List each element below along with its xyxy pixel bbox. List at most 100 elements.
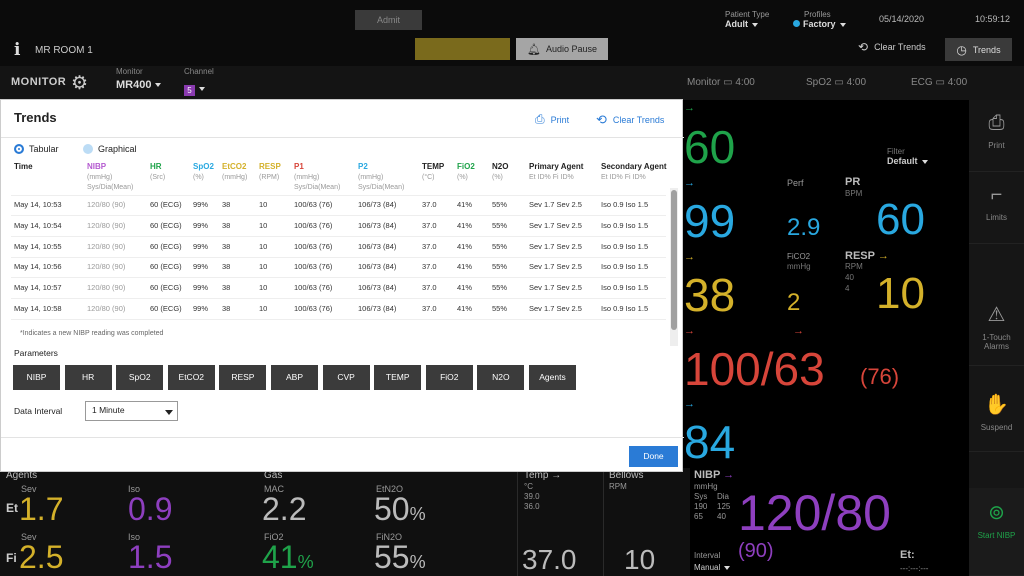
parameter-button[interactable]: NIBP (13, 365, 60, 390)
percent-unit: % (409, 504, 426, 524)
info-icon[interactable]: i (14, 40, 20, 60)
table-cell: 99% (193, 200, 209, 209)
parameter-button[interactable]: SpO2 (116, 365, 164, 390)
channel-selector[interactable]: Channel 5 (184, 67, 214, 98)
tabular-radio[interactable]: Tabular (14, 144, 59, 154)
table-cell: Sev 1.7 Sev 2.5 (529, 304, 582, 313)
pr-label: PR (845, 176, 861, 188)
parameter-button[interactable]: FiO2 (425, 365, 473, 390)
fin2o-value: 55 (374, 539, 410, 575)
channel-label: Channel (184, 67, 214, 76)
table-row[interactable]: May 14, 10:55 120/80 (90) 60 (ECG) 99% 38 10 1… (1, 242, 669, 258)
start-nibp-button[interactable]: ⊚ Start NIBP (969, 488, 1024, 576)
table-cell: May 14, 10:57 (14, 283, 62, 293)
monitor-value: MR400 (116, 79, 152, 91)
parameter-button[interactable]: EtCO2 (167, 365, 215, 390)
fio2-readout: 41% (262, 541, 314, 573)
tabular-label: Tabular (29, 144, 59, 154)
table-cell: 60 (ECG) (150, 304, 182, 313)
table-cell: 60 (ECG) (150, 220, 182, 230)
clear-trends-button[interactable]: ⟲ Clear Trends (596, 112, 664, 128)
table-cell: 100/63 (76) (294, 262, 333, 272)
parameter-button[interactable]: N2O (477, 365, 525, 390)
clear-trends-top-button[interactable]: ⟲ Clear Trends (858, 40, 926, 54)
admit-button[interactable]: Admit (355, 10, 422, 30)
status-label: SpO2 (806, 77, 832, 88)
divider (1, 437, 684, 438)
scrollbar-thumb[interactable] (671, 190, 677, 330)
divider (11, 195, 666, 196)
table-cell: 120/80 (90) (87, 220, 126, 230)
table-cell: 60 (ECG) (150, 200, 182, 209)
parameter-button[interactable]: TEMP (374, 365, 422, 390)
arrow-icon: → (793, 325, 804, 337)
profiles-selector[interactable]: Profiles Factory (793, 10, 846, 29)
table-cell: 37.0 (422, 283, 437, 293)
table-cell: 55% (492, 304, 508, 313)
p1-mean: (76) (860, 364, 900, 389)
parameter-button[interactable]: CVP (322, 365, 370, 390)
trends-icon: ◷ (956, 42, 967, 57)
nibp-unit: mmHg (694, 482, 718, 491)
chevron-down-icon (199, 86, 205, 91)
table-cell: Sev 1.7 Sev 2.5 (529, 200, 582, 209)
table-row[interactable]: May 14, 10:58 120/80 (90) 60 (ECG) 99% 38 10 1… (1, 304, 669, 320)
limits-side-button[interactable]: ⌐ Limits (969, 172, 1024, 244)
chevron-down-icon (921, 159, 928, 164)
divider (517, 468, 518, 576)
interval-selector[interactable]: Manual (694, 563, 731, 572)
gear-icon[interactable]: ⚙ (71, 72, 88, 95)
clear-trends-icon: ⟲ (596, 112, 607, 127)
chevron-down-icon (155, 83, 162, 88)
table-cell: 100/63 (76) (294, 220, 333, 230)
filter-value: Default (887, 156, 918, 166)
monitor-selector[interactable]: Monitor MR400 (116, 67, 162, 91)
print-button[interactable]: ⎙ Print (535, 112, 569, 127)
patient-type-value: Adult (725, 19, 748, 29)
column-header: Time (14, 162, 33, 171)
one-touch-alarms-label: 1-Touch Alarms (982, 333, 1011, 351)
mac-value: 2.2 (262, 491, 307, 527)
temp-value: 37.0 (522, 544, 577, 575)
data-interval-value: 1 Minute (92, 405, 125, 415)
table-cell: Iso 0.9 Iso 1.5 (601, 283, 649, 293)
fi-label: Fi (6, 551, 17, 565)
etn2o-value: 50 (374, 491, 410, 527)
status-time: 4:00 (947, 77, 968, 88)
parameter-button[interactable]: HR (64, 365, 112, 390)
trends-top-button[interactable]: ◷ Trends (945, 38, 1012, 61)
done-button[interactable]: Done (629, 446, 678, 467)
parameter-button[interactable]: RESP (219, 365, 267, 390)
print-side-button[interactable]: ⎙ Print (969, 100, 1024, 172)
resp-value: 10 (876, 269, 925, 318)
suspend-button[interactable]: ✋ Suspend (969, 380, 1024, 452)
printer-icon: ⎙ (988, 112, 1005, 134)
graphical-radio[interactable]: Graphical (83, 144, 137, 154)
table-cell: 99% (193, 220, 209, 230)
table-cell: 106/73 (84) (358, 200, 397, 209)
et-sev-value: 1.7 (19, 491, 64, 527)
patient-type-selector[interactable]: Patient Type Adult (725, 10, 769, 29)
trends-label: Trends (972, 44, 1001, 55)
parameter-button[interactable]: Agents (529, 365, 576, 390)
filter-selector[interactable]: Default (887, 156, 928, 166)
table-row[interactable]: May 14, 10:53 120/80 (90) 60 (ECG) 99% 38 10 1… (1, 200, 669, 216)
fi-iso-value: 1.5 (128, 539, 173, 575)
data-interval-select[interactable]: 1 Minute (85, 401, 178, 421)
arrow-icon: → (684, 398, 695, 410)
fico2-unit: mmHg (787, 262, 811, 271)
column-subheader: (mmHg) Sys/Dia(Mean) (358, 174, 405, 191)
parameter-button[interactable]: ABP (271, 365, 318, 390)
fico2-label: FiCO2 (787, 252, 811, 261)
table-row[interactable]: May 14, 10:54 120/80 (90) 60 (ECG) 99% 38 10 1… (1, 221, 669, 237)
table-row[interactable]: May 14, 10:57 120/80 (90) 60 (ECG) 99% 38 10 1… (1, 283, 669, 299)
channel-value: 5 (184, 85, 195, 96)
print-label: Print (550, 114, 570, 125)
table-row[interactable]: May 14, 10:56 120/80 (90) 60 (ECG) 99% 38 10 1… (1, 262, 669, 278)
silence-alarms-button[interactable] (415, 38, 510, 60)
one-touch-alarms-button[interactable]: ⚠ 1-Touch Alarms (969, 290, 1024, 366)
table-cell: 41% (457, 304, 473, 313)
perf-label: Perf (787, 178, 804, 188)
table-cell: 55% (492, 283, 508, 293)
audio-pause-button[interactable]: 🔔︎ Audio Pause (516, 38, 608, 60)
